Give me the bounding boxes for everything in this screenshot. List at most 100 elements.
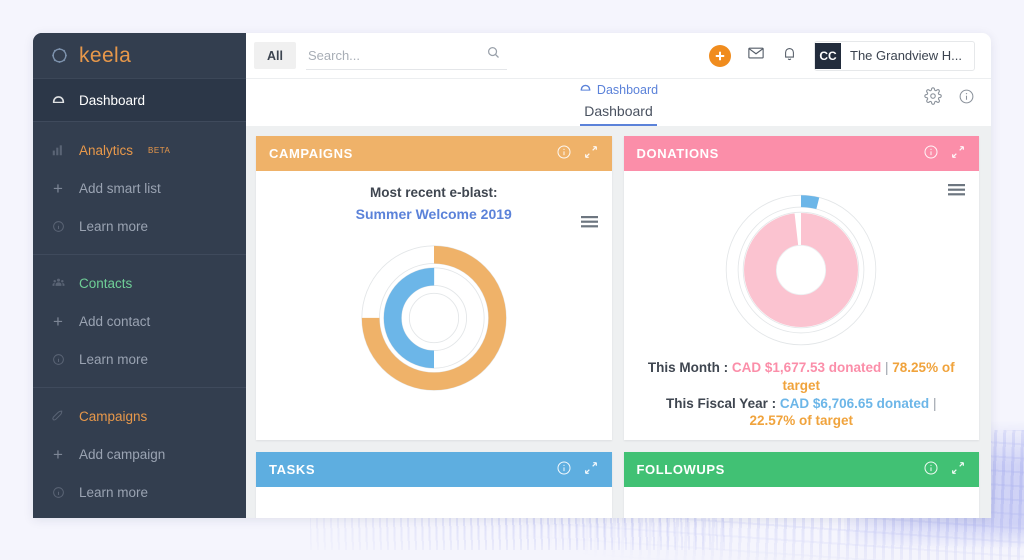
tab-row: Dashboard [246,98,991,126]
plus-icon: + [53,444,63,464]
card-header-donations: DONATIONS [623,136,979,171]
sidebar-item-analytics-learn-more[interactable]: Learn more [33,207,246,245]
sidebar-item-add-contact[interactable]: + Add contact [33,302,246,340]
line-separator: | [885,360,889,375]
envelope-icon[interactable] [747,44,765,67]
sidebar-group-contacts: Contacts + Add contact Learn more [33,254,246,387]
tab-bar-actions [924,87,975,110]
brand-logo[interactable]: keela [33,33,246,79]
sidebar-item-label: Contacts [79,275,133,291]
hamburger-menu-icon[interactable] [580,215,598,234]
bell-icon[interactable] [781,45,798,67]
eblast-campaign-link[interactable]: Summer Welcome 2019 [266,206,602,222]
sidebar-item-add-campaign[interactable]: + Add campaign [33,435,246,473]
search-scope-button[interactable]: All [254,42,296,69]
search-field-wrapper [305,41,507,70]
card-followups: FOLLOWUPS [623,452,980,518]
donations-donut-chart [634,185,970,355]
card-donations: DONATIONS This Month: CAD $1,677.53 don… [623,136,980,441]
sidebar-item-campaigns-learn-more[interactable]: Learn more [33,473,246,511]
card-tasks: TASKS [256,452,612,518]
sidebar-item-add-smart-list[interactable]: + Add smart list [33,169,246,207]
sidebar-item-campaigns[interactable]: Campaigns [33,397,246,435]
brand-name: keela [79,44,132,67]
topbar-actions: CC The Grandview H... [709,40,977,71]
card-title: CAMPAIGNS [269,146,353,161]
month-amount: CAD $1,677.53 donated [731,360,882,375]
tab-dashboard[interactable]: Dashboard [580,103,657,126]
card-header-icons [923,144,966,163]
info-icon [50,220,66,233]
gear-icon[interactable] [924,87,942,110]
line-separator: | [932,395,937,411]
donations-summary: This Month : CAD $1,677.53 donated | 78.… [634,359,970,430]
user-account-chip[interactable]: CC The Grandview H... [814,40,976,71]
info-circle-icon[interactable] [556,460,572,479]
card-title: FOLLOWUPS [636,462,725,478]
card-header-tasks: TASKS [256,452,612,488]
breadcrumb[interactable]: Dashboard [246,82,991,98]
month-label: This Month : [647,360,729,375]
card-title: TASKS [269,462,316,478]
tab-bar: Dashboard Dashboard [246,79,991,126]
cog-circle-icon [52,48,67,63]
rocket-icon [50,409,66,423]
expand-arrows-icon[interactable] [583,144,599,163]
sidebar-item-label: Learn more [79,218,149,234]
sidebar-item-label: Campaigns [79,408,148,424]
sidebar-item-contacts-learn-more[interactable]: Learn more [33,340,246,378]
expand-arrows-icon[interactable] [950,460,966,479]
donations-fiscal-line: This Fiscal Year : CAD $6,706.65 donated… [642,395,962,431]
card-header-icons [556,460,599,479]
card-body-donations: This Month : CAD $1,677.53 donated | 78.… [624,171,980,440]
info-circle-icon[interactable] [556,144,572,163]
sidebar: keela Dashboard Analytics BETA + Add sma… [33,33,246,518]
sidebar-item-analytics[interactable]: Analytics BETA [33,131,246,169]
fiscal-percent: 22.57% of target [749,413,854,429]
card-title: DONATIONS [636,146,719,161]
main-area: All Search... CC The Grandview H... Dash… [246,33,991,518]
dashboard-board: CAMPAIGNS Most recent e-blast: Summer We… [246,126,991,518]
donations-month-line: This Month : CAD $1,677.53 donated | 78.… [642,359,962,395]
expand-arrows-icon[interactable] [950,144,966,163]
plus-icon: + [53,311,63,331]
expand-arrows-icon[interactable] [583,460,599,479]
sidebar-item-label: Learn more [79,351,149,367]
breadcrumb-label: Dashboard [596,83,659,97]
plus-circle-icon[interactable] [709,44,732,67]
hamburger-menu-icon[interactable] [948,183,965,202]
people-icon [50,276,66,290]
app-window: keela Dashboard Analytics BETA + Add sma… [33,33,991,518]
bar-chart-icon [50,143,66,157]
card-body-followups [624,487,980,518]
fiscal-amount: CAD $6,706.65 donated [779,395,930,411]
sidebar-item-contacts[interactable]: Contacts [33,264,246,302]
search-icon[interactable] [486,45,501,65]
speedometer-icon [579,82,592,98]
eblast-label: Most recent e-blast: [369,185,498,200]
top-bar: All Search... CC The Grandview H... [246,33,991,79]
card-header-icons [923,460,966,479]
campaigns-donut-chart [266,230,602,406]
sidebar-item-label: Dashboard [79,92,146,108]
sidebar-group-campaigns: Campaigns + Add campaign Learn more [33,387,246,518]
card-grid: CAMPAIGNS Most recent e-blast: Summer We… [256,136,979,518]
card-body-campaigns: Most recent e-blast: Summer Welcome 2019 [256,171,612,440]
beta-badge: BETA [148,145,171,155]
info-circle-icon[interactable] [923,144,939,163]
sidebar-item-label: Add campaign [79,446,166,462]
sidebar-item-label: Add contact [79,313,151,329]
sidebar-item-dashboard[interactable]: Dashboard [33,79,246,121]
card-header-followups: FOLLOWUPS [623,452,979,488]
plus-icon: + [53,178,63,198]
sidebar-item-label: Learn more [79,484,149,500]
sidebar-item-label: Add smart list [79,180,161,196]
avatar: CC [815,42,842,69]
speedometer-icon [50,93,66,108]
card-header-icons [556,144,599,163]
info-circle-icon[interactable] [958,88,975,110]
card-campaigns: CAMPAIGNS Most recent e-blast: Summer We… [256,136,612,441]
info-circle-icon[interactable] [923,460,939,479]
sidebar-item-label: Analytics [79,142,134,158]
search-input[interactable] [305,41,507,70]
